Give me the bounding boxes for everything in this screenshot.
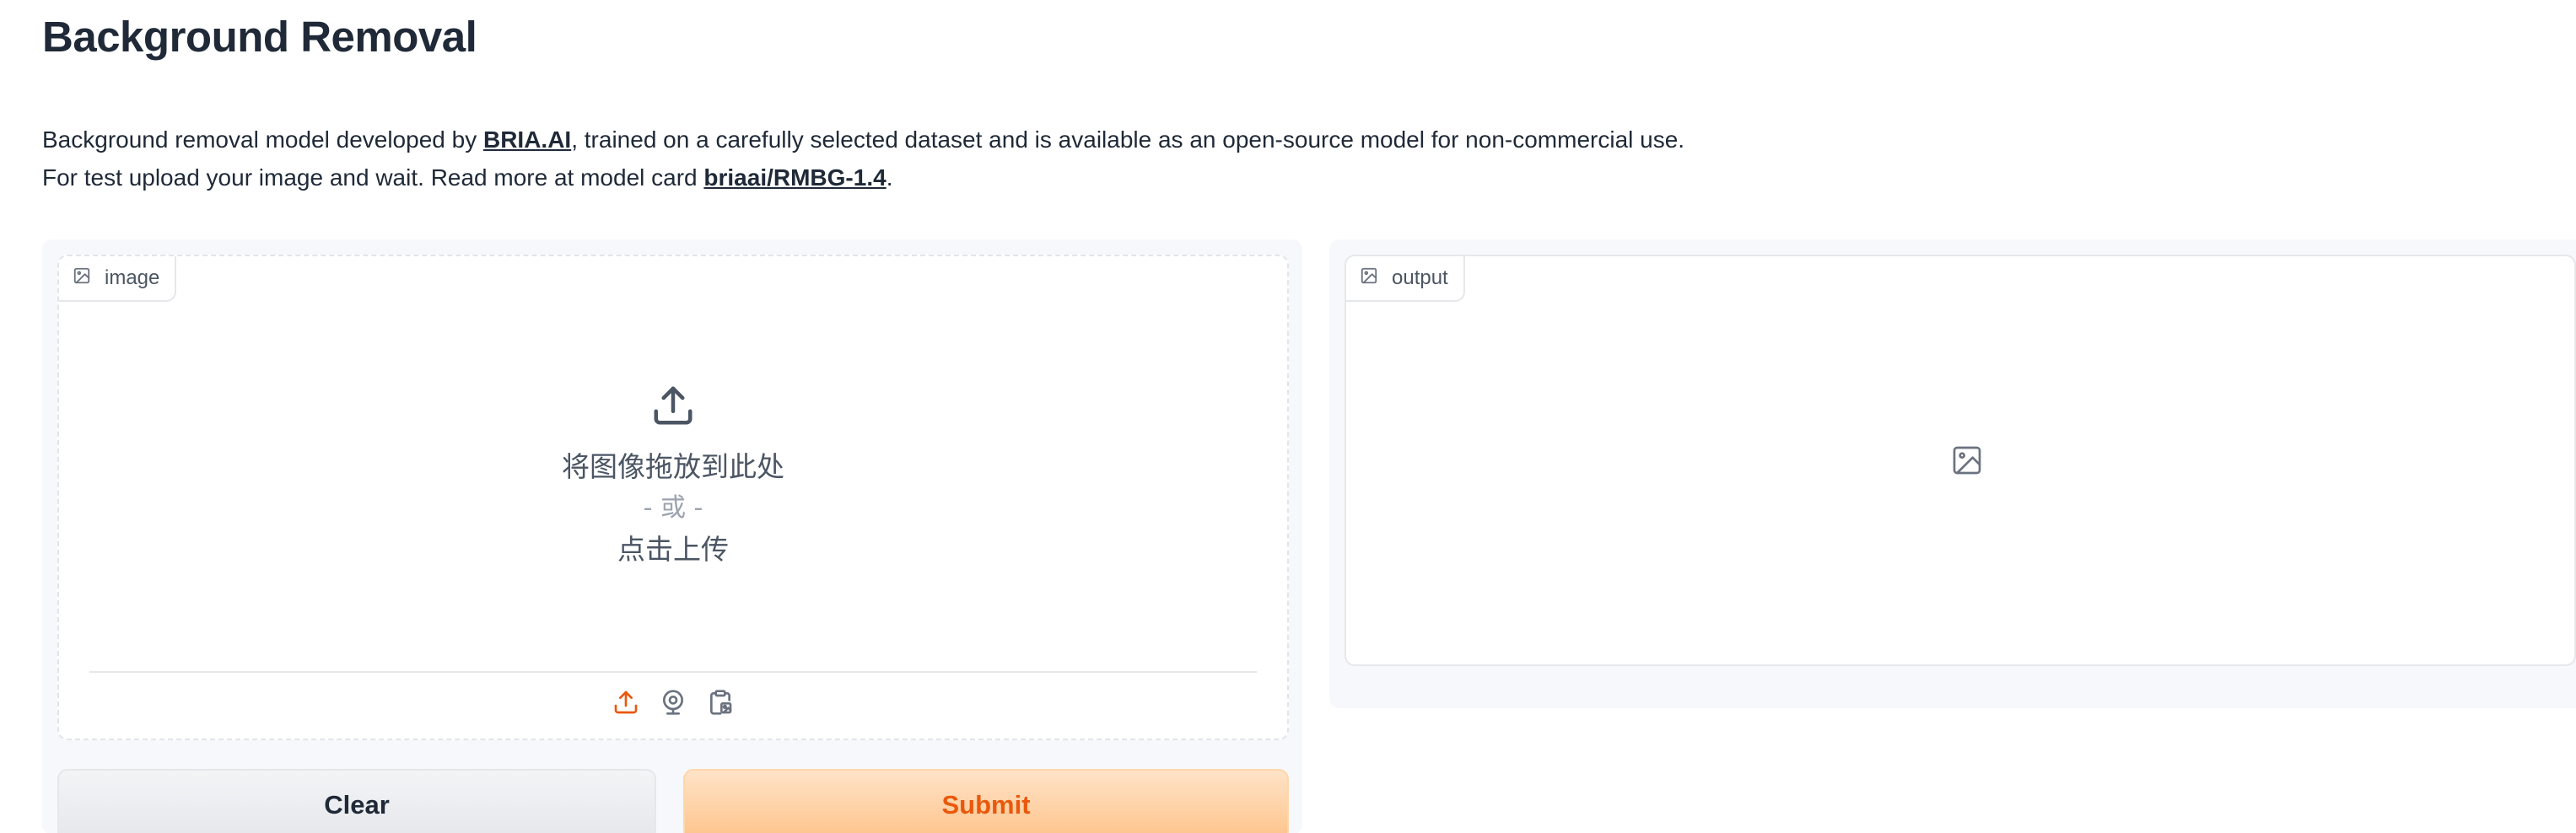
click-upload-text: 点击上传 bbox=[617, 533, 729, 566]
image-label: image bbox=[59, 256, 177, 302]
description-text: , trained on a carefully selected datase… bbox=[571, 126, 1685, 153]
page-title: Background Removal bbox=[42, 13, 477, 61]
image-icon bbox=[73, 266, 91, 291]
output-label: output bbox=[1346, 256, 1465, 302]
or-text: - 或 - bbox=[643, 493, 703, 523]
model-card-link[interactable]: briaai/RMBG-1.4 bbox=[703, 164, 886, 191]
description-text: For test upload your image and wait. Rea… bbox=[42, 164, 704, 191]
submit-button[interactable]: Submit bbox=[683, 769, 1289, 833]
image-label-text: image bbox=[105, 266, 160, 289]
output-label-text: output bbox=[1392, 266, 1448, 289]
clear-button[interactable]: Clear bbox=[57, 769, 656, 833]
image-icon bbox=[1360, 266, 1378, 291]
drop-text: 将图像拖放到此处 bbox=[562, 450, 784, 483]
upload-icon bbox=[650, 383, 696, 447]
upload-prompt[interactable]: 将图像拖放到此处 - 或 - 点击上传 bbox=[59, 383, 1287, 570]
image-dropzone[interactable]: image 将图像拖放到此处 - 或 - 点击上传 bbox=[57, 255, 1289, 740]
source-divider bbox=[89, 671, 1257, 673]
output-image-box: output bbox=[1345, 255, 2576, 666]
clipboard-icon[interactable] bbox=[706, 688, 735, 717]
webcam-icon[interactable] bbox=[659, 688, 687, 717]
description-line-2: For test upload your image and wait. Rea… bbox=[42, 164, 892, 191]
image-placeholder-icon bbox=[1950, 443, 1984, 477]
description-text: Background removal model developed by bbox=[42, 126, 483, 153]
upload-source-icon[interactable] bbox=[612, 688, 640, 717]
description-text: . bbox=[886, 164, 893, 191]
source-selector bbox=[59, 688, 1287, 717]
bria-ai-link[interactable]: BRIA.AI bbox=[483, 126, 571, 153]
description-line-1: Background removal model developed by BR… bbox=[42, 126, 1684, 153]
